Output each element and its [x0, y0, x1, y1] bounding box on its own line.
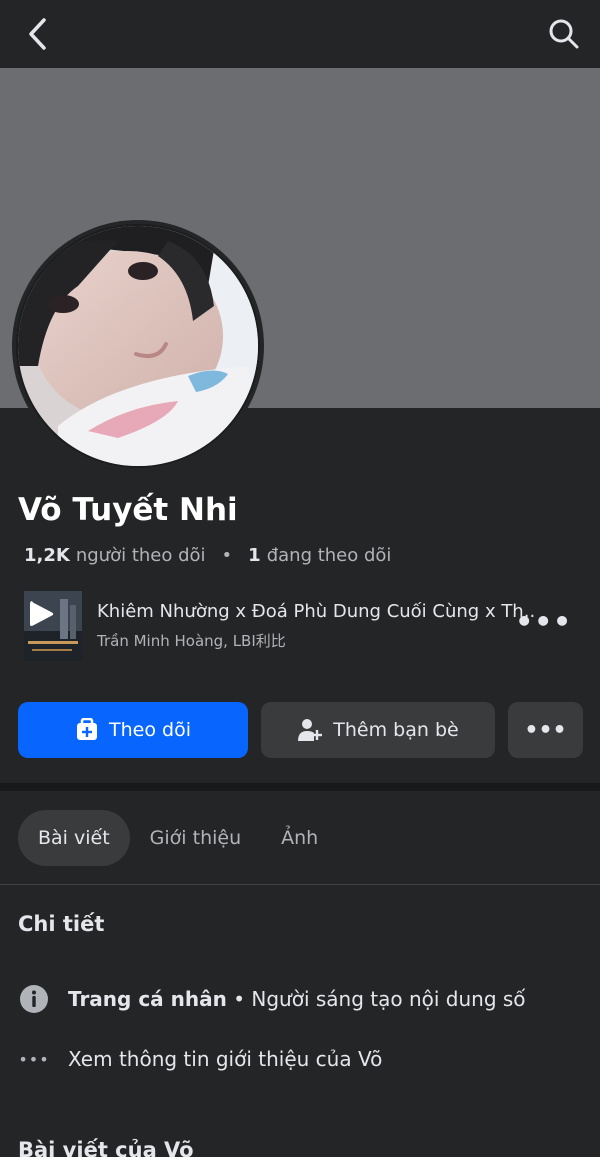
add-friend-button[interactable]: Thêm bạn bè — [261, 702, 495, 758]
search-button[interactable] — [544, 14, 584, 54]
follow-stats: 1,2K người theo dõi • 1 đang theo dõi — [24, 545, 391, 566]
avatar-image — [16, 224, 260, 468]
music-thumbnail[interactable] — [24, 591, 82, 661]
tab-about[interactable]: Giới thiệu — [130, 810, 261, 866]
profile-name: Võ Tuyết Nhi — [18, 492, 238, 528]
music-title: Khiêm Nhường x Đoá Phù Dung Cuối Cùng x … — [97, 601, 537, 622]
music-more-button[interactable]: ••• — [515, 608, 572, 636]
page-type-strong: Trang cá nhân — [68, 987, 227, 1011]
search-icon — [549, 19, 579, 49]
page-type-row: Trang cá nhân • Người sáng tạo nội dung … — [18, 983, 526, 1015]
top-bar — [0, 0, 600, 68]
tab-photos[interactable]: Ảnh — [261, 810, 338, 866]
info-icon — [18, 983, 50, 1015]
avatar-photo — [18, 226, 258, 466]
profile-music[interactable]: Khiêm Nhường x Đoá Phù Dung Cuối Cùng x … — [24, 590, 584, 662]
stats-separator: • — [221, 545, 233, 566]
followers-label[interactable]: người theo dõi — [76, 545, 206, 566]
add-friend-icon — [298, 719, 323, 741]
profile-tabs: Bài viết Giới thiệu Ảnh — [18, 810, 338, 866]
music-artist: Trần Minh Hoàng, LBI利比 — [97, 632, 286, 650]
details-title: Chi tiết — [18, 912, 105, 936]
back-button[interactable] — [18, 14, 58, 54]
follow-label: Theo dõi — [109, 719, 191, 741]
music-info[interactable]: Khiêm Nhường x Đoá Phù Dung Cuối Cùng x … — [97, 601, 537, 651]
profile-avatar[interactable] — [12, 220, 264, 472]
followers-count[interactable]: 1,2K — [24, 545, 70, 566]
following-count[interactable]: 1 — [248, 545, 261, 566]
see-about-row[interactable]: ••• Xem thông tin giới thiệu của Võ — [18, 1043, 382, 1075]
see-about-link[interactable]: Xem thông tin giới thiệu của Võ — [68, 1047, 382, 1071]
add-friend-label: Thêm bạn bè — [333, 719, 459, 741]
tab-posts[interactable]: Bài viết — [18, 810, 130, 866]
follow-button[interactable]: Theo dõi — [18, 702, 248, 758]
more-options-button[interactable]: ••• — [508, 702, 583, 758]
follow-icon — [77, 718, 98, 740]
more-dots-icon: ••• — [18, 1049, 50, 1069]
tabs-divider — [0, 884, 600, 885]
following-label[interactable]: đang theo dõi — [267, 545, 392, 566]
section-divider — [0, 783, 600, 791]
chevron-left-icon — [29, 18, 46, 50]
posts-section-title: Bài viết của Võ — [18, 1138, 194, 1157]
play-icon — [30, 601, 54, 626]
page-type-category: • Người sáng tạo nội dung số — [226, 987, 526, 1011]
